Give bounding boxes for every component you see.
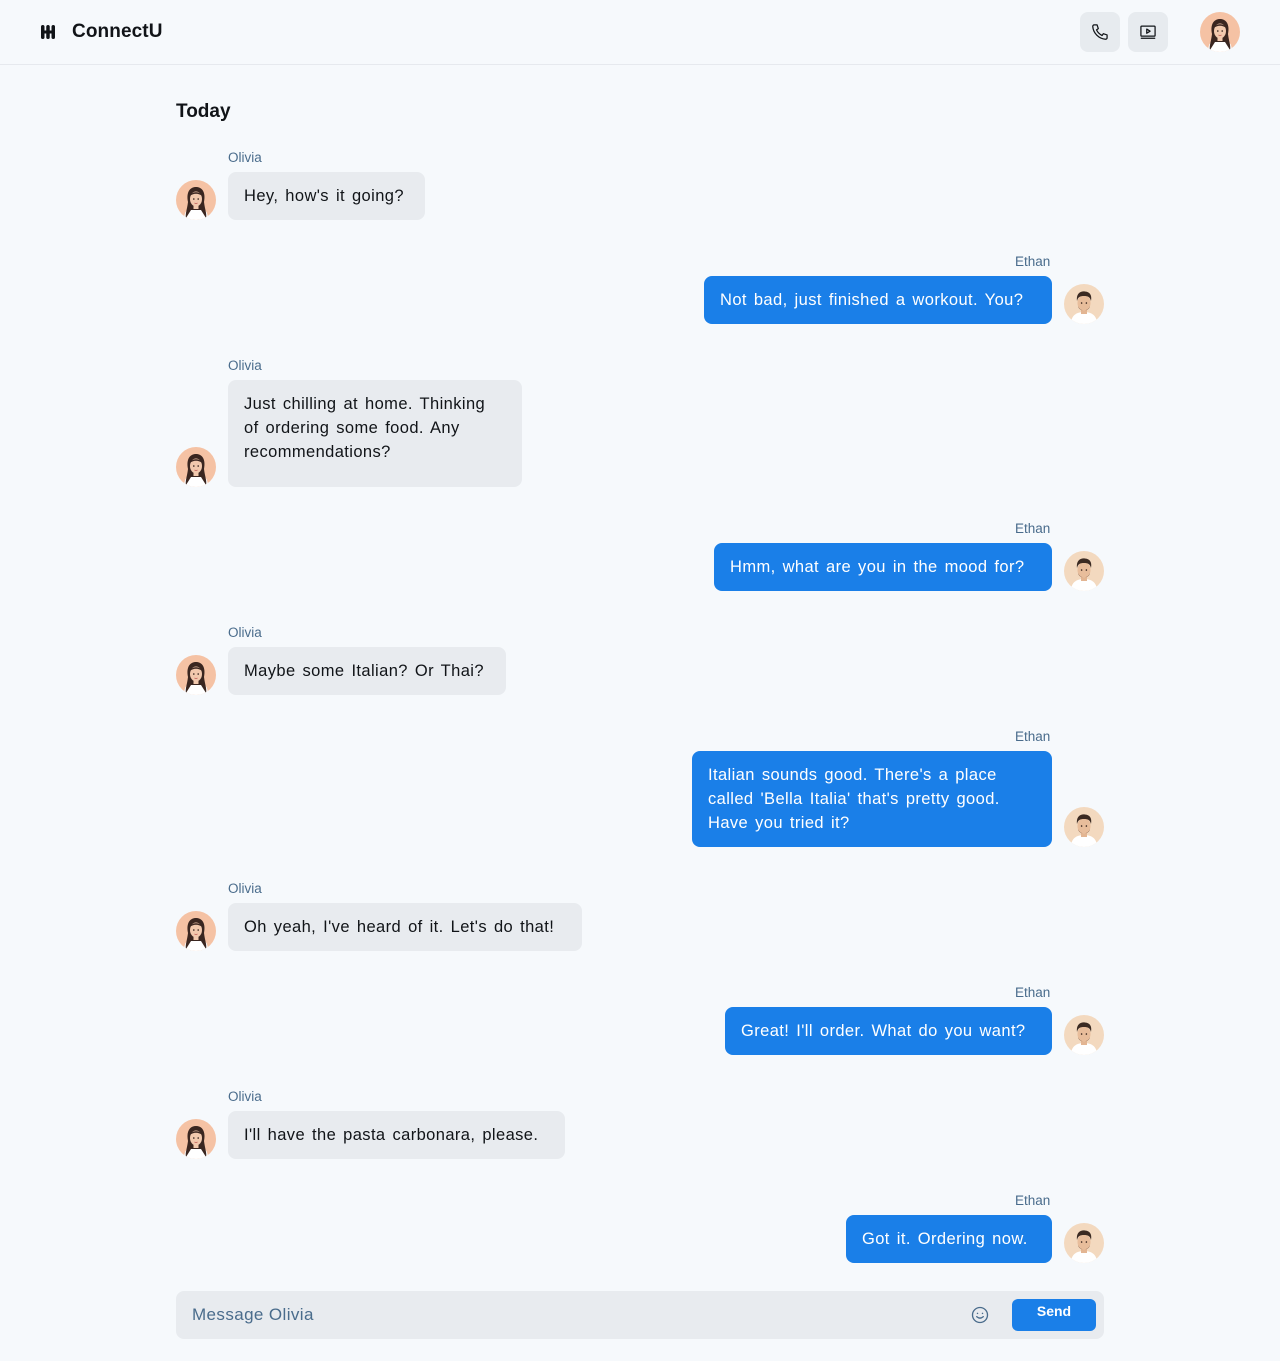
message-bubble: Hey, how's it going? xyxy=(228,172,425,220)
app-name: ConnectU xyxy=(72,21,163,42)
sender-name: Olivia xyxy=(228,625,262,640)
sender-name: Olivia xyxy=(228,881,262,896)
smiley-icon[interactable] xyxy=(970,1305,990,1325)
sender-name: Ethan xyxy=(1015,521,1051,536)
message-composer: Send xyxy=(176,1291,1104,1339)
sender-name: Olivia xyxy=(228,150,262,165)
video-icon xyxy=(1140,25,1156,39)
message-bubble: I'll have the pasta carbonara, please. xyxy=(228,1111,565,1159)
day-divider: Today xyxy=(176,101,231,122)
brand[interactable]: ConnectU xyxy=(40,20,163,44)
ethan-avatar[interactable] xyxy=(1064,1223,1104,1263)
ethan-avatar[interactable] xyxy=(1064,1015,1104,1055)
sender-name: Ethan xyxy=(1015,729,1051,744)
video-call-button[interactable] xyxy=(1128,12,1168,52)
sender-name: Ethan xyxy=(1015,254,1051,269)
voice-call-button[interactable] xyxy=(1080,12,1120,52)
olivia-avatar[interactable] xyxy=(176,655,216,695)
send-button[interactable]: Send xyxy=(1012,1299,1096,1331)
connectu-logo-icon xyxy=(41,25,55,39)
message-bubble: Got it. Ordering now. xyxy=(846,1215,1052,1263)
olivia-avatar[interactable] xyxy=(176,911,216,951)
message-bubble: Hmm, what are you in the mood for? xyxy=(714,543,1052,591)
message-input[interactable] xyxy=(176,1291,956,1339)
sender-name: Ethan xyxy=(1015,985,1051,1000)
message-bubble: Just chilling at home. Thinking of order… xyxy=(228,380,522,487)
ethan-avatar[interactable] xyxy=(1064,551,1104,591)
sender-name: Olivia xyxy=(228,1089,262,1104)
olivia-avatar[interactable] xyxy=(176,180,216,220)
message-bubble: Great! I'll order. What do you want? xyxy=(725,1007,1052,1055)
message-bubble: Italian sounds good. There's a place cal… xyxy=(692,751,1052,847)
current-user-avatar[interactable] xyxy=(1200,12,1240,52)
message-bubble: Maybe some Italian? Or Thai? xyxy=(228,647,506,695)
ethan-avatar[interactable] xyxy=(1064,284,1104,324)
top-header: ConnectU xyxy=(0,0,1280,65)
ethan-avatar[interactable] xyxy=(1064,807,1104,847)
message-bubble: Oh yeah, I've heard of it. Let's do that… xyxy=(228,903,582,951)
phone-icon xyxy=(1092,24,1108,40)
message-bubble: Not bad, just finished a workout. You? xyxy=(704,276,1052,324)
olivia-avatar[interactable] xyxy=(176,447,216,487)
sender-name: Ethan xyxy=(1015,1193,1051,1208)
sender-name: Olivia xyxy=(228,358,262,373)
olivia-avatar[interactable] xyxy=(176,1119,216,1159)
